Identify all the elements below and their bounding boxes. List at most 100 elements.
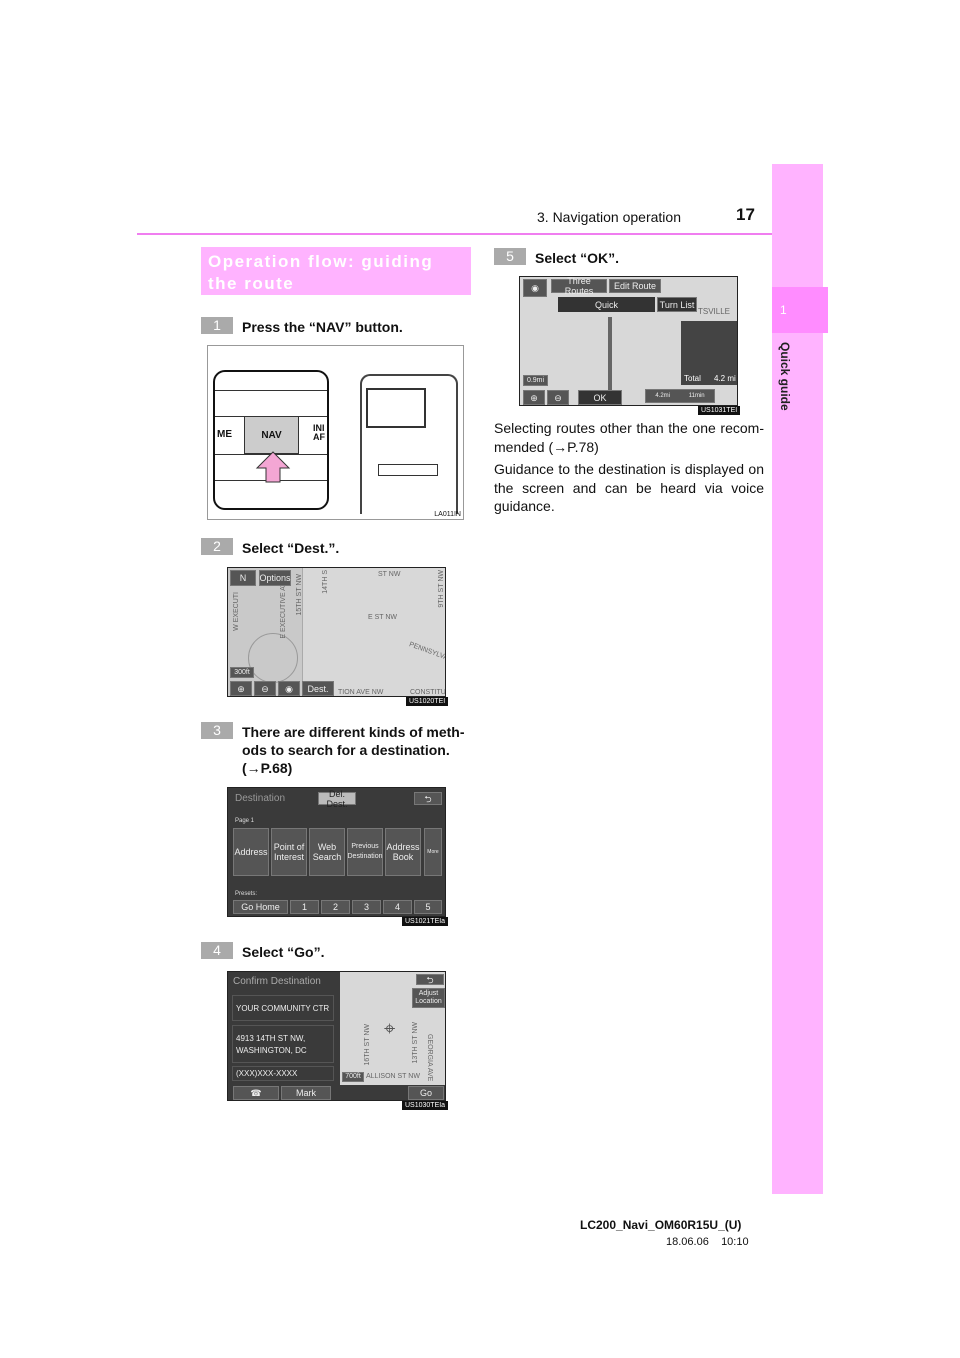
- scale-indicator: 700ft: [342, 1072, 364, 1082]
- street-label: ALLISON ST NW: [366, 1073, 420, 1080]
- street-label: 15TH ST NW: [296, 574, 303, 616]
- destination-phone: (XXX)XXX-XXXX: [232, 1066, 334, 1081]
- step-text: Select “Dest.”.: [242, 540, 340, 556]
- back-icon: ⮌: [414, 792, 442, 805]
- place-label: TSVILLE: [698, 307, 731, 316]
- zoom-in-icon: ⊕: [230, 681, 252, 696]
- ok-button: OK: [578, 390, 622, 405]
- step-number: 5: [494, 248, 526, 265]
- preset-go-home: Go Home: [233, 900, 288, 914]
- address-book-button: Address Book: [385, 828, 421, 876]
- page-label: Page 1: [235, 818, 255, 824]
- nav-button: NAV: [244, 416, 299, 454]
- street-label: CONSTITU: [410, 689, 446, 696]
- footer-date: 18.06.06: [666, 1236, 709, 1248]
- street-label: W EXECUTI: [233, 592, 240, 631]
- screen-title: Confirm Destination: [233, 976, 321, 987]
- street-label: ST NW: [378, 571, 401, 578]
- route-distance: 4.2mi: [655, 393, 671, 399]
- street-label: TION AVE NW: [338, 689, 384, 696]
- options-button: Options: [259, 570, 291, 586]
- figure-code: LA011IN: [434, 511, 461, 518]
- street-label: E EXECUTIVE AV: [280, 582, 287, 639]
- figure-code: US1021TEIa: [402, 917, 449, 926]
- step-number: 2: [201, 538, 233, 555]
- preset-button: 1: [290, 900, 319, 914]
- figure-code: US1020TEI: [406, 697, 449, 706]
- dest-button: Dest.: [302, 681, 334, 696]
- total-distance: 4.2 mi: [714, 374, 736, 383]
- figure-destination-screen: Destination Del. Dest. ⮌ Page 1 Address …: [227, 787, 446, 917]
- preset-button: 5: [414, 900, 442, 914]
- note-text: Guidance to the destination is displayed…: [494, 461, 764, 514]
- step-number: 1: [201, 317, 233, 334]
- destination-address: 4913 14TH ST NW, WASHINGTON, DC: [232, 1025, 334, 1063]
- street-label: GEORGIA AVE: [426, 1034, 433, 1082]
- chapter-number-tab: 1: [772, 287, 828, 333]
- section-title: Operation flow: guiding the route: [201, 247, 471, 295]
- mark-button: Mark: [281, 1086, 331, 1100]
- figure-route-screen: ◉ Three Routes Edit Route Quick Turn Lis…: [519, 276, 738, 406]
- poi-button: Point of Interest: [271, 828, 307, 876]
- destination-name: YOUR COMMUNITY CTR: [232, 995, 334, 1021]
- footer-model: LC200_Navi_OM60R15U_(U): [580, 1218, 742, 1232]
- header-divider: [137, 233, 823, 235]
- route-time: 11min: [688, 393, 705, 399]
- compass-icon: ◉: [523, 279, 547, 297]
- step-number: 3: [201, 722, 233, 739]
- web-search-button: Web Search: [309, 828, 345, 876]
- compass-icon: ◉: [278, 681, 300, 696]
- adjust-location-button: Adjust Location: [412, 988, 445, 1008]
- step-text: There are different kinds of meth-ods to…: [242, 724, 465, 776]
- step-text: Press the “NAV” button.: [242, 319, 403, 335]
- edit-route-button: Edit Route: [609, 279, 661, 293]
- more-button: More: [424, 828, 442, 876]
- north-button: N: [230, 570, 256, 586]
- route-summary: 4.2mi 11min: [645, 389, 715, 403]
- note-text: Selecting routes other than the one reco…: [494, 420, 764, 455]
- back-icon: ⮌: [416, 974, 444, 985]
- chapter-label: Quick guide: [778, 342, 792, 411]
- footer-datetime: 18.06.06 10:10: [666, 1236, 749, 1248]
- phone-icon: ☎: [233, 1086, 279, 1100]
- quick-route-tab: Quick: [558, 297, 655, 312]
- ini-label: INI AF: [313, 423, 325, 442]
- street-label: E ST NW: [368, 614, 398, 621]
- street-label: 13TH ST NW: [412, 1022, 419, 1064]
- section-header: 3. Navigation operation: [537, 209, 681, 225]
- turn-list-button: Turn List: [657, 297, 697, 312]
- del-dest-button: Del. Dest.: [318, 789, 356, 809]
- go-button: Go: [408, 1086, 444, 1100]
- zoom-out-icon: ⊖: [547, 390, 569, 405]
- three-routes-button: Three Routes: [551, 277, 607, 296]
- preset-button: 3: [352, 900, 381, 914]
- street-label: 16TH ST NW: [364, 1024, 371, 1066]
- zoom-out-icon: ⊖: [254, 681, 276, 696]
- preset-button: 2: [321, 900, 350, 914]
- step-text: Select “OK”.: [535, 250, 620, 266]
- preset-button: 4: [383, 900, 412, 914]
- total-label: Total: [684, 374, 701, 383]
- zoom-in-icon: ⊕: [523, 390, 545, 405]
- me-label: ME: [217, 429, 232, 440]
- street-label: 14TH S: [322, 570, 329, 594]
- footer-time: 10:10: [721, 1236, 749, 1248]
- figure-code: US1031TEI: [698, 406, 741, 415]
- screen-title: Destination: [235, 793, 286, 804]
- arrow-up-icon: [255, 451, 291, 483]
- page-number: 17: [736, 205, 755, 224]
- crosshair-icon: ⌖: [384, 1018, 396, 1040]
- address-button: Address: [233, 828, 269, 876]
- figure-nav-button: ME NAV INI AF LA011IN: [207, 345, 464, 520]
- step-number: 4: [201, 942, 233, 959]
- scale-indicator: 300ft: [230, 667, 254, 678]
- street-label: 9TH ST NW: [438, 570, 445, 608]
- step-text: Select “Go”.: [242, 944, 325, 960]
- scale-indicator: 0.9mi: [523, 375, 548, 386]
- figure-confirm-screen: Confirm Destination YOUR COMMUNITY CTR 4…: [227, 971, 446, 1101]
- figure-code: US1030TEIa: [402, 1101, 449, 1110]
- figure-map-screen: W EXECUTI E EXECUTIVE AV 15TH ST NW 14TH…: [227, 567, 446, 697]
- presets-label: Presets:: [235, 891, 258, 897]
- street-label: PENNSYLVA: [408, 641, 446, 662]
- previous-destination-button: Previous Destination: [347, 828, 383, 876]
